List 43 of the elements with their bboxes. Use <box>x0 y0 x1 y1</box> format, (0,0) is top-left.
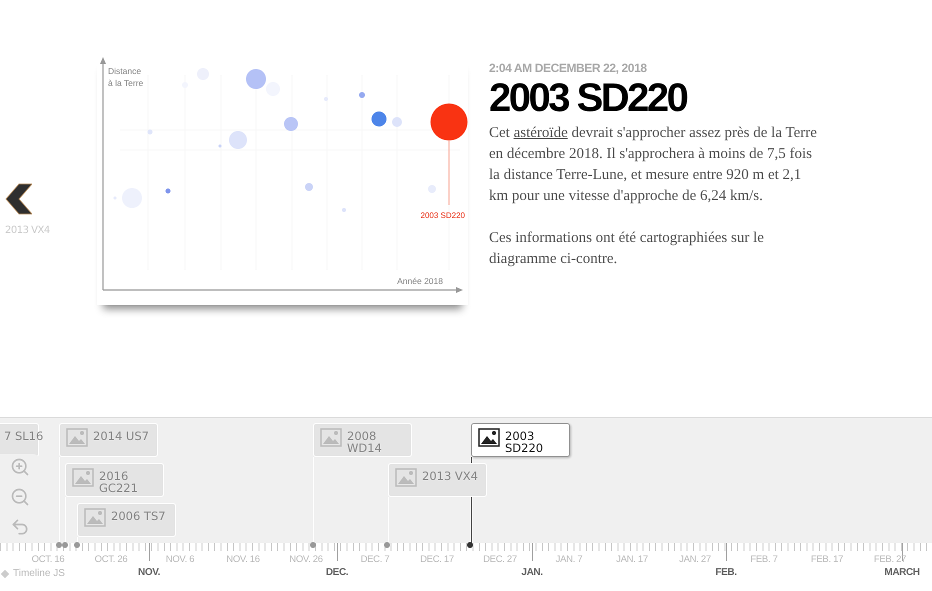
month-label: DEC. <box>326 567 348 578</box>
date-tick-label: DEC. 7 <box>360 554 390 565</box>
month-label: NOV. <box>138 567 160 578</box>
timeline-event[interactable]: 2014 US7 <box>59 423 158 457</box>
image-icon <box>320 428 342 447</box>
x-axis-label: Année 2018 <box>397 276 443 286</box>
date-tick-label: OCT. 16 <box>32 554 64 565</box>
date-tick-label: JAN. 17 <box>616 554 648 565</box>
date-tick-label: NOV. 16 <box>226 554 260 565</box>
image-icon <box>84 508 106 527</box>
timeline-event[interactable]: 2008 WD14 <box>313 423 412 457</box>
image-icon <box>478 428 500 447</box>
y-axis-label: Distance à la Terre <box>108 66 144 88</box>
slide-date: 2:04 AM DECEMBER 22, 2018 <box>489 61 648 75</box>
timeline-event[interactable]: 2003 SD220 <box>471 423 570 457</box>
slide-title: 2003 SD220 <box>489 77 688 119</box>
date-tick-label: NOV. 26 <box>289 554 323 565</box>
zoom-in-button[interactable] <box>8 456 30 478</box>
previous-arrow-icon[interactable] <box>5 183 32 215</box>
date-tick-label: DEC. 27 <box>483 554 517 565</box>
timeline-event[interactable]: 2016 GC221 <box>65 463 164 497</box>
date-tick-label: FEB. 27 <box>874 554 906 565</box>
date-tick-label: FEB. 7 <box>750 554 778 565</box>
date-tick-label: FEB. 17 <box>810 554 844 565</box>
image-icon <box>72 468 94 487</box>
highlight-label: 2003 SD220 <box>420 211 465 220</box>
date-tick-label: NOV. 6 <box>166 554 194 565</box>
month-label: MARCH <box>884 567 920 578</box>
asteroid-link[interactable]: astéroïde <box>514 125 568 141</box>
timeline-event[interactable]: 2013 VX4 <box>388 463 487 497</box>
slide-paragraph: Cet astéroïde devrait s'approcher assez près de la Terre en décembre 2018. Il s'approchera à moins de 7,5 fois la distance Terre-Lune, et mesure entre 920 m et 2,1 km pour une vitesse d'approche de 6,24 km/s. <box>489 124 818 206</box>
image-icon <box>395 468 417 487</box>
date-tick-label: JAN. 7 <box>556 554 582 565</box>
month-label: FEB. <box>715 567 737 578</box>
date-tick-label: JAN. 27 <box>679 554 711 565</box>
slide-paragraph: Ces informations ont été cartographiées sur le diagramme ci-contre. <box>489 229 765 269</box>
zoom-out-button[interactable] <box>8 486 30 508</box>
timeline-credit[interactable]: Timeline JS <box>0 568 65 579</box>
date-tick-label: DEC. 17 <box>420 554 454 565</box>
timeline-event[interactable]: 2006 TS7 <box>77 503 176 537</box>
month-label: JAN. <box>521 567 543 578</box>
image-icon <box>66 428 88 447</box>
date-tick-label: OCT. 26 <box>94 554 128 565</box>
